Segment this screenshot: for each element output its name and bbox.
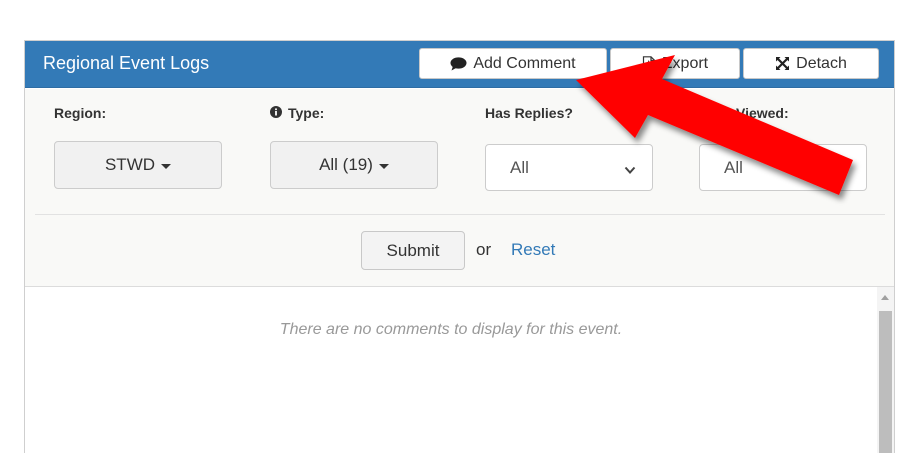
- viewed-value: All: [724, 157, 743, 177]
- comment-icon: [450, 56, 467, 71]
- reset-link[interactable]: Reset: [511, 240, 555, 260]
- panel-title: Regional Event Logs: [43, 53, 210, 73]
- pdf-file-icon: [642, 55, 656, 72]
- has-replies-select[interactable]: All: [485, 144, 653, 191]
- type-dropdown[interactable]: All (19): [270, 141, 438, 189]
- chevron-down-icon: [624, 161, 636, 181]
- add-comment-label: Add Comment: [473, 54, 576, 72]
- type-label-text: Type:: [288, 105, 325, 121]
- regional-event-logs-panel: Regional Event Logs Add Comment Export D…: [24, 40, 895, 453]
- submit-button[interactable]: Submit: [361, 231, 465, 270]
- vertical-scrollbar[interactable]: [877, 287, 894, 453]
- detach-button[interactable]: Detach: [743, 48, 879, 79]
- comments-list: There are no comments to display for thi…: [25, 286, 894, 453]
- type-value: All (19): [319, 155, 373, 174]
- region-value: STWD: [104, 155, 156, 174]
- info-circle-icon: [270, 105, 282, 121]
- scroll-up-arrow-icon[interactable]: [881, 295, 889, 300]
- export-button[interactable]: Export: [610, 48, 740, 79]
- has-replies-filter-label: Has Replies?: [485, 105, 573, 121]
- or-text: or: [476, 240, 492, 259]
- filter-divider: [35, 214, 885, 215]
- caret-down-icon: [378, 163, 389, 169]
- filter-form: Region: STWD Type: All (19) Has Replies?…: [25, 89, 894, 286]
- region-dropdown[interactable]: STWD: [54, 141, 222, 189]
- viewed-select[interactable]: All: [699, 144, 867, 191]
- export-label: Export: [661, 54, 709, 72]
- scrollbar-thumb[interactable]: [879, 311, 892, 453]
- chevron-down-icon: [838, 161, 850, 181]
- viewed-filter-label: C Viewed:: [722, 105, 789, 121]
- add-comment-button[interactable]: Add Comment: [419, 48, 607, 79]
- type-filter-label: Type:: [270, 105, 324, 121]
- empty-state-message: There are no comments to display for thi…: [279, 321, 623, 338]
- region-filter-label: Region:: [54, 105, 107, 121]
- expand-arrows-icon: [775, 56, 790, 71]
- caret-down-icon: [161, 163, 172, 169]
- panel-header: Regional Event Logs Add Comment Export D…: [25, 41, 894, 88]
- detach-label: Detach: [796, 54, 847, 72]
- has-replies-value: All: [510, 157, 529, 177]
